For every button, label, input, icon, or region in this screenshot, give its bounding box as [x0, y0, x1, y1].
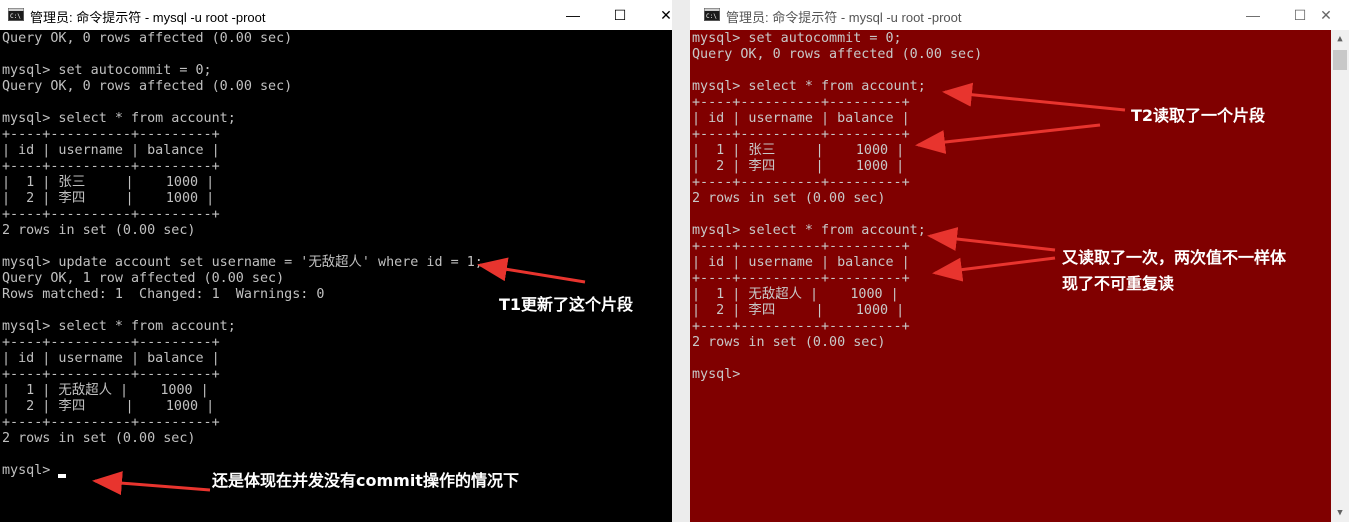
annotation-bottom: 还是体现在并发没有commit操作的情况下 [212, 471, 519, 490]
console-line: mysql> set autocommit = 0; [2, 63, 212, 78]
console-line: 2 rows in set (0.00 sec) [2, 431, 196, 446]
left-console-window: C:\ 管理员: 命令提示符 - mysql -u root -proot — … [0, 0, 672, 522]
console-line: +----+----------+---------+ [2, 367, 220, 382]
console-line: +----+----------+---------+ [2, 127, 220, 142]
console-line: | id | username | balance | [2, 351, 220, 366]
maximize-icon[interactable]: ☐ [597, 0, 643, 30]
console-line: | id | username | balance | [692, 111, 910, 126]
console-line: Query OK, 0 rows affected (0.00 sec) [692, 47, 983, 62]
right-window-title: 管理员: 命令提示符 - mysql -u root -proot [726, 10, 962, 25]
console-line: +----+----------+---------+ [692, 271, 910, 286]
console-line: | 1 | 张三 | 1000 | [692, 143, 905, 158]
console-line: mysql> update account set username = '无敌… [2, 255, 483, 270]
console-line: 2 rows in set (0.00 sec) [2, 223, 196, 238]
console-line: | 2 | 李四 | 1000 | [2, 399, 215, 414]
console-prompt: mysql> [692, 367, 741, 382]
cmd-icon: C:\ [704, 8, 720, 21]
console-line: Query OK, 0 rows affected (0.00 sec) [2, 79, 293, 94]
console-line: 2 rows in set (0.00 sec) [692, 191, 886, 206]
annotation-t2: T2读取了一个片段 [1131, 106, 1266, 125]
right-title-bar[interactable]: C:\ 管理员: 命令提示符 - mysql -u root -proot — … [690, 0, 1349, 30]
console-line: | id | username | balance | [2, 143, 220, 158]
console-line: +----+----------+---------+ [2, 207, 220, 222]
console-line: +----+----------+---------+ [692, 127, 910, 142]
scroll-down-icon[interactable]: ▼ [1331, 504, 1349, 522]
cmd-icon: C:\ [8, 8, 24, 21]
console-line: +----+----------+---------+ [2, 335, 220, 350]
minimize-icon[interactable]: — [1230, 0, 1276, 30]
console-line: Query OK, 1 row affected (0.00 sec) [2, 271, 285, 286]
vertical-scrollbar[interactable]: ▲ ▼ [1331, 30, 1349, 522]
console-line: +----+----------+---------+ [2, 415, 220, 430]
console-line: +----+----------+---------+ [692, 95, 910, 110]
console-line: Query OK, 0 rows affected (0.00 sec) [2, 31, 293, 46]
annotation-t1: T1更新了这个片段 [499, 295, 634, 314]
left-console-output[interactable]: Query OK, 0 rows affected (0.00 sec) mys… [0, 30, 672, 522]
window-gap [672, 0, 690, 522]
minimize-icon[interactable]: — [550, 0, 596, 30]
console-line: mysql> select * from account; [2, 111, 236, 126]
console-line: Rows matched: 1 Changed: 1 Warnings: 0 [2, 287, 325, 302]
svg-text:C:\: C:\ [706, 13, 717, 20]
console-line: mysql> set autocommit = 0; [692, 31, 902, 46]
console-prompt: mysql> [2, 463, 59, 478]
console-line: +----+----------+---------+ [692, 239, 910, 254]
console-line: | 2 | 李四 | 1000 | [2, 191, 215, 206]
console-line: | 2 | 李四 | 1000 | [692, 159, 905, 174]
close-icon[interactable]: ✕ [1303, 0, 1349, 30]
console-line: mysql> select * from account; [2, 319, 236, 334]
console-line: | 1 | 无敌超人 | 1000 | [692, 287, 899, 302]
svg-text:C:\: C:\ [10, 13, 21, 20]
console-line: +----+----------+---------+ [2, 159, 220, 174]
annotation-again-line2: 现了不可重复读 [1062, 274, 1175, 293]
console-line: mysql> select * from account; [692, 223, 926, 238]
console-line: | id | username | balance | [692, 255, 910, 270]
console-line: +----+----------+---------+ [692, 175, 910, 190]
scroll-up-icon[interactable]: ▲ [1331, 30, 1349, 48]
scroll-thumb[interactable] [1333, 50, 1347, 70]
left-window-title: 管理员: 命令提示符 - mysql -u root -proot [30, 10, 266, 25]
console-line: | 2 | 李四 | 1000 | [692, 303, 905, 318]
annotation-again-line1: 又读取了一次，两次值不一样体 [1062, 248, 1287, 267]
left-title-bar[interactable]: C:\ 管理员: 命令提示符 - mysql -u root -proot — … [0, 0, 672, 30]
console-line: mysql> select * from account; [692, 79, 926, 94]
text-cursor [58, 474, 66, 478]
console-line: +----+----------+---------+ [692, 319, 910, 334]
console-line: | 1 | 张三 | 1000 | [2, 175, 215, 190]
console-line: | 1 | 无敌超人 | 1000 | [2, 383, 209, 398]
console-line: 2 rows in set (0.00 sec) [692, 335, 886, 350]
